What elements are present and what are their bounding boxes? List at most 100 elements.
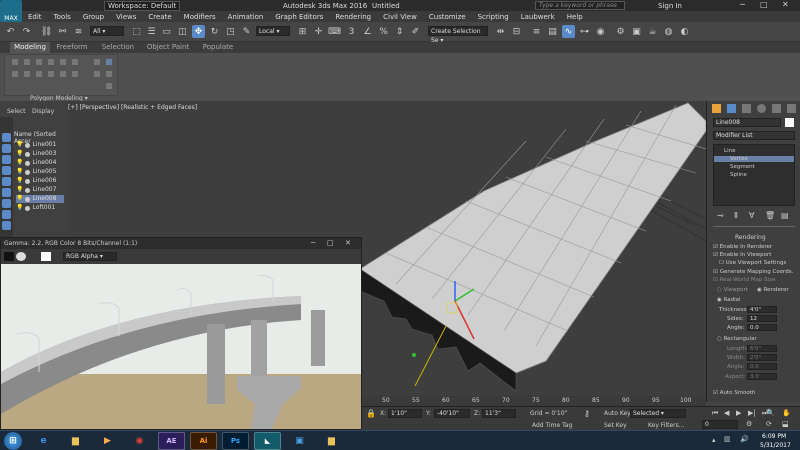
menu-scripting[interactable]: Scripting bbox=[472, 13, 515, 21]
key-filters-button[interactable]: Key Filters... bbox=[648, 422, 685, 429]
explorer-tab-display[interactable]: Display bbox=[32, 108, 54, 115]
rendered-frame-icon[interactable]: ▣ bbox=[630, 25, 643, 38]
element-icon[interactable] bbox=[71, 58, 79, 66]
filter-xrefs-icon[interactable] bbox=[2, 210, 11, 219]
start-button[interactable]: ⊞ bbox=[4, 432, 22, 450]
y-coord-field[interactable]: -40'10" bbox=[434, 409, 470, 418]
opt-enable-viewport[interactable]: ☑ Enable In Viewport bbox=[713, 252, 771, 258]
modify-tab-icon[interactable] bbox=[727, 104, 736, 113]
auto-smooth-checkbox[interactable]: ☑ Auto Smooth bbox=[713, 390, 755, 396]
scale-icon[interactable]: ◳ bbox=[224, 25, 237, 38]
filter-helpers-icon[interactable] bbox=[2, 177, 11, 186]
clock-time[interactable]: 6:09 PM bbox=[762, 433, 786, 440]
explorer-icon[interactable]: ▣ bbox=[286, 432, 313, 450]
move-icon[interactable]: ✥ bbox=[192, 25, 205, 38]
lightbulb-icon[interactable]: 💡 bbox=[16, 150, 23, 158]
activeshade-icon[interactable]: ◐ bbox=[678, 25, 691, 38]
pivot-icon[interactable]: ⊞ bbox=[296, 25, 309, 38]
vertex-icon[interactable] bbox=[23, 58, 31, 66]
curve-editor-icon[interactable]: ∿ bbox=[562, 25, 575, 38]
key-icon[interactable]: ⚷ bbox=[584, 409, 590, 418]
orbit-icon[interactable]: ⟳ bbox=[766, 420, 772, 428]
rect-select-icon[interactable]: ▭ bbox=[160, 25, 173, 38]
auto-key-button[interactable]: Auto Key bbox=[604, 410, 631, 417]
rw-close-icon[interactable]: ✕ bbox=[345, 239, 351, 247]
width-spinner[interactable]: 2'0" bbox=[747, 354, 777, 361]
explorer-tab-select[interactable]: Select bbox=[7, 108, 26, 115]
thickness-spinner[interactable]: 4'0" bbox=[747, 306, 777, 313]
maximize-icon[interactable]: □ bbox=[760, 0, 768, 9]
length-spinner[interactable]: 6'0" bbox=[747, 345, 777, 352]
menu-modifiers[interactable]: Modifiers bbox=[178, 13, 222, 21]
spinner-snap-icon[interactable]: ⇕ bbox=[393, 25, 406, 38]
filter-geometry-icon[interactable] bbox=[2, 133, 11, 142]
explorer-row-line007[interactable]: 💡 Line007 bbox=[16, 186, 56, 194]
chrome-icon[interactable]: ◉ bbox=[126, 432, 153, 450]
window-crossing-icon[interactable]: ◫ bbox=[176, 25, 189, 38]
lightbulb-icon[interactable]: 💡 bbox=[16, 159, 23, 167]
lightbulb-icon[interactable]: 💡 bbox=[16, 186, 23, 194]
collapse-stack-icon[interactable] bbox=[47, 70, 55, 78]
clock-date[interactable]: 5/31/2017 bbox=[760, 442, 791, 449]
motion-tab-icon[interactable] bbox=[757, 104, 766, 113]
selected-dropdown[interactable]: Selected ▾ bbox=[630, 409, 686, 418]
opt-real-world-map[interactable]: ☑ Real-World Map Size bbox=[713, 277, 775, 283]
normal-constraint-icon[interactable] bbox=[105, 82, 113, 90]
remove-modifier-icon[interactable]: 🗑 bbox=[765, 211, 775, 220]
menu-graph-editors[interactable]: Graph Editors bbox=[269, 13, 329, 21]
tray-up-arrow-icon[interactable]: ▴ bbox=[712, 436, 716, 444]
stack-line[interactable]: Line bbox=[724, 148, 735, 154]
minimize-icon[interactable]: ─ bbox=[740, 0, 745, 9]
use-soft-sel-icon[interactable] bbox=[93, 58, 101, 66]
folder2-icon[interactable]: ▆ bbox=[318, 432, 345, 450]
ie-icon[interactable]: e bbox=[30, 432, 57, 450]
radio-rectangular[interactable]: ○ Rectangular bbox=[717, 336, 757, 342]
aspect-spinner[interactable]: 3.0 bbox=[747, 373, 777, 380]
x-coord-field[interactable]: 1'10" bbox=[388, 409, 422, 418]
display-channel-icon[interactable] bbox=[4, 252, 14, 261]
tab-populate[interactable]: Populate bbox=[198, 42, 238, 53]
vertex-marker[interactable] bbox=[412, 353, 416, 357]
radio-viewport[interactable]: ○ Viewport bbox=[717, 287, 748, 293]
configure-sets-icon[interactable]: ▤ bbox=[781, 211, 789, 220]
modifier-list-dropdown[interactable]: Modifier List bbox=[713, 131, 795, 140]
tab-freeform[interactable]: Freeform bbox=[52, 42, 92, 53]
ribbon-toggle-icon[interactable]: ▤ bbox=[546, 25, 559, 38]
goto-start-icon[interactable]: ⏮ bbox=[712, 409, 718, 418]
select-manipulate-icon[interactable]: ✛ bbox=[312, 25, 325, 38]
explorer-row-line005[interactable]: 💡 Line005 bbox=[16, 168, 56, 176]
polygon-icon[interactable] bbox=[59, 58, 67, 66]
angle-spinner[interactable]: 0.0 bbox=[747, 324, 777, 331]
explorer-row-line006[interactable]: 💡 Line006 bbox=[16, 177, 56, 185]
tab-modeling[interactable]: Modeling bbox=[10, 42, 50, 53]
utilities-tab-icon[interactable] bbox=[787, 104, 796, 113]
preserve-uv-icon[interactable] bbox=[23, 70, 31, 78]
explorer-row-line008[interactable]: 💡 Line008 bbox=[16, 195, 64, 203]
render-iterative-icon[interactable]: ◍ bbox=[662, 25, 675, 38]
filter-lights-icon[interactable] bbox=[2, 155, 11, 164]
tab-object-paint[interactable]: Object Paint bbox=[144, 42, 192, 53]
filter-bones-icon[interactable] bbox=[2, 221, 11, 230]
stack-vertex[interactable]: Vertex bbox=[714, 156, 794, 162]
lightbulb-icon[interactable]: 💡 bbox=[16, 168, 23, 176]
keyboard-shortcut-icon[interactable]: ⌨ bbox=[328, 25, 341, 38]
menu-rendering[interactable]: Rendering bbox=[329, 13, 377, 21]
filter-cameras-icon[interactable] bbox=[2, 166, 11, 175]
rotate-icon[interactable]: ↻ bbox=[208, 25, 221, 38]
stack-spline[interactable]: Spline bbox=[730, 172, 747, 178]
schematic-view-icon[interactable]: ⊶ bbox=[578, 25, 591, 38]
filter-shapes-icon[interactable] bbox=[2, 144, 11, 153]
tab-selection[interactable]: Selection bbox=[96, 42, 140, 53]
object-name-field[interactable]: Line008 bbox=[713, 118, 781, 127]
zoom-icon[interactable]: 🔍 bbox=[766, 409, 775, 417]
snap-3d-icon[interactable]: 3 bbox=[345, 25, 358, 38]
link-icon[interactable]: ⛓ bbox=[40, 25, 53, 38]
constraint-icon[interactable] bbox=[105, 58, 113, 66]
face-constraint-icon[interactable] bbox=[105, 70, 113, 78]
time-config-icon[interactable]: ⚙ bbox=[746, 420, 752, 428]
material-editor-icon[interactable]: ◉ bbox=[594, 25, 607, 38]
alpha-icon[interactable] bbox=[16, 252, 26, 261]
ref-coord-dropdown[interactable]: Local ▾ bbox=[256, 26, 290, 36]
menu-create[interactable]: Create bbox=[142, 13, 177, 21]
bind-icon[interactable]: ≋ bbox=[72, 25, 85, 38]
